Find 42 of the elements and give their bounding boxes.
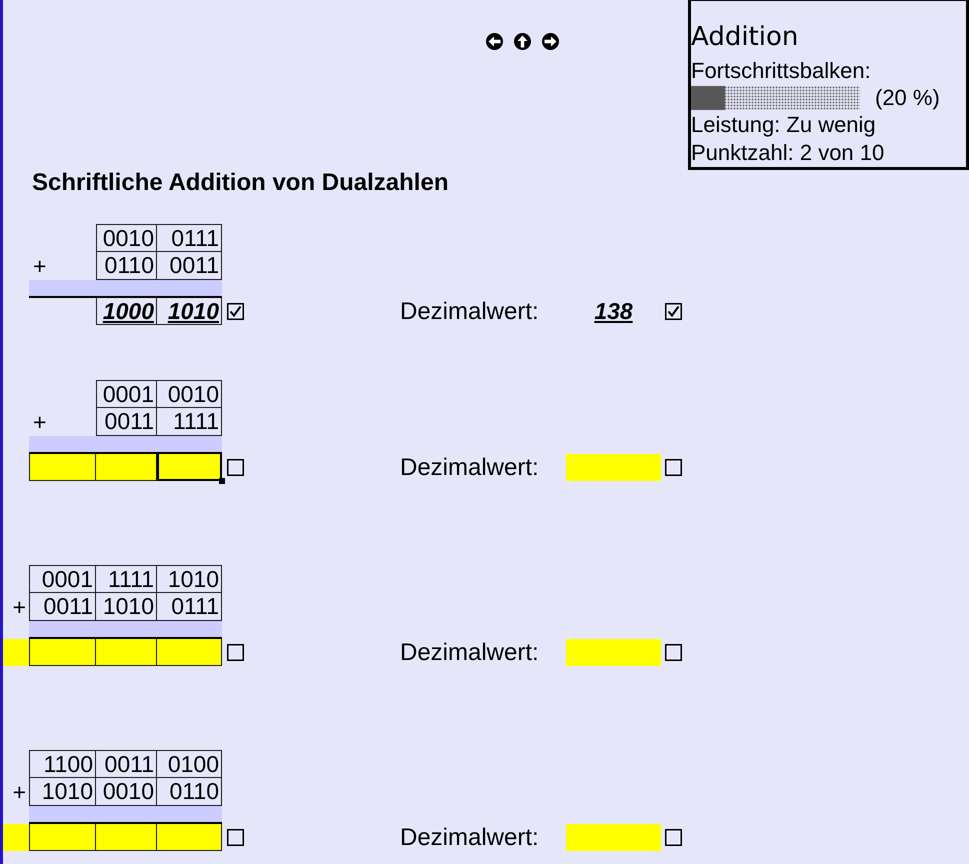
answer-field[interactable]: 1010: [157, 298, 222, 325]
answer-field[interactable]: [96, 454, 157, 481]
decimal-field[interactable]: [566, 454, 661, 481]
answer-field[interactable]: [29, 824, 96, 851]
score-text: Punktzahl: 2 von 10: [691, 139, 886, 167]
panel-title: Addition: [691, 22, 800, 52]
digit-cell: 1010: [157, 565, 222, 593]
performance-text: Leistung: Zu wenig: [691, 111, 877, 139]
plus-sign: +: [12, 596, 26, 618]
progress-label: Fortschrittsbalken:: [691, 57, 872, 85]
digit-cell: 0010: [96, 224, 157, 252]
answer-field[interactable]: [96, 639, 157, 666]
decimal-field[interactable]: 138: [566, 298, 661, 325]
decimal-field[interactable]: [566, 824, 661, 851]
decimal-label: Dezimalwert:: [400, 456, 539, 480]
digit-cell: 0111: [157, 224, 222, 252]
digit-cell: 0100: [157, 750, 222, 778]
answer-field[interactable]: [96, 824, 157, 851]
progress-reading: (20 %): [875, 87, 940, 109]
answer-field[interactable]: [3, 824, 29, 851]
plus-sign: +: [12, 780, 26, 804]
answer-field[interactable]: [3, 639, 29, 666]
plus-sign: +: [33, 410, 46, 434]
decimal-field[interactable]: [566, 639, 661, 666]
decimal-label: Dezimalwert:: [400, 826, 539, 850]
answer-field[interactable]: [157, 639, 222, 666]
decimal-label: Dezimalwert:: [400, 300, 539, 324]
page-title: Schriftliche Addition von Dualzahlen: [32, 170, 448, 196]
answer-field[interactable]: [29, 639, 96, 666]
answer-field[interactable]: 1000: [96, 298, 157, 325]
digit-cell: 1100: [29, 750, 96, 778]
digit-cell: 0010: [157, 380, 222, 408]
answer-field[interactable]: [157, 824, 222, 851]
fill-handle[interactable]: [219, 478, 225, 484]
digit-cell: 0001: [96, 380, 157, 408]
plus-sign: +: [33, 254, 46, 278]
digit-cell: 0001: [29, 565, 96, 593]
answer-field[interactable]: [29, 454, 96, 481]
digit-cell: 1111: [96, 565, 157, 593]
answer-field[interactable]: [157, 454, 222, 481]
digit-cell: 0011: [96, 750, 157, 778]
decimal-label: Dezimalwert:: [400, 640, 539, 664]
